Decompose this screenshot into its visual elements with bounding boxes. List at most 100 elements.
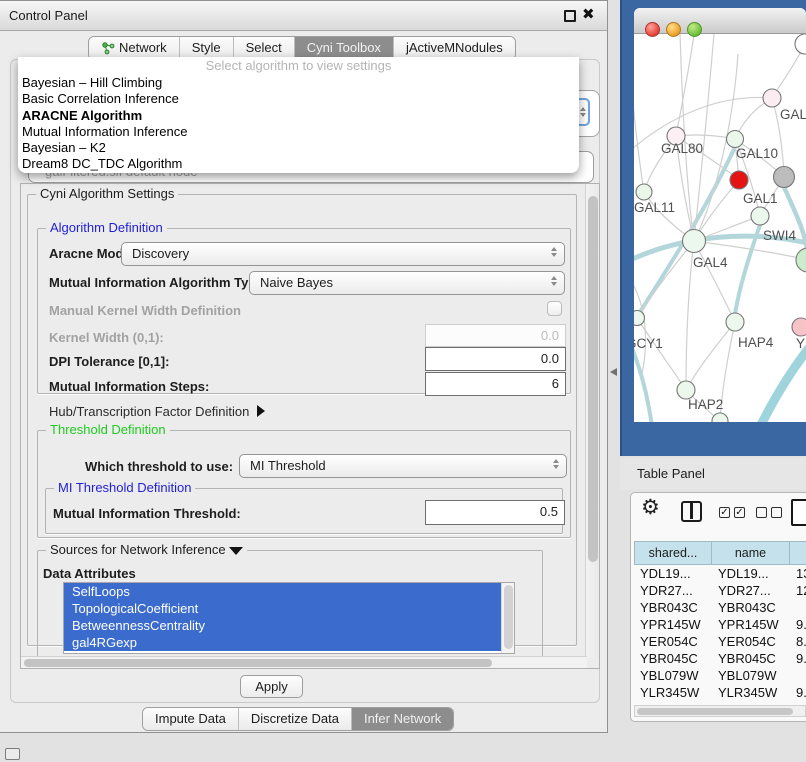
network-node[interactable]: [634, 311, 645, 326]
vertical-scrollbar[interactable]: [585, 184, 599, 658]
table-row[interactable]: YDL19...YDL19...13: [634, 565, 806, 582]
table-cell: YBL079W: [634, 667, 712, 684]
network-node[interactable]: [795, 34, 806, 54]
scrollbar-thumb[interactable]: [24, 659, 492, 667]
mi-steps-field[interactable]: 6: [425, 372, 566, 396]
network-canvas[interactable]: GALGAL80GAL10GAL11GAL1SWI4GAL4GCY1HAP4YH…: [634, 34, 806, 422]
network-node[interactable]: [727, 131, 744, 148]
close-icon[interactable]: ✖: [582, 5, 595, 23]
network-node[interactable]: [796, 248, 806, 272]
network-node[interactable]: [726, 313, 744, 331]
bottom-tab-bar: Impute Data Discretize Data Infer Networ…: [142, 707, 454, 731]
tab-style[interactable]: Style: [180, 37, 234, 59]
dock-panel-icon[interactable]: [5, 748, 20, 760]
network-edge[interactable]: [694, 241, 735, 322]
algorithm-option[interactable]: Basic Correlation Inference: [18, 91, 579, 107]
network-edge[interactable]: [676, 34, 694, 136]
tab-select[interactable]: Select: [234, 37, 295, 59]
column-view-icon[interactable]: [681, 501, 702, 522]
column-header[interactable]: name: [712, 541, 790, 565]
network-edge[interactable]: [686, 322, 735, 390]
table-cell: 8.: [790, 633, 806, 650]
algorithm-option[interactable]: Bayesian – K2: [18, 140, 579, 156]
table-cell: YDL19...: [712, 565, 790, 582]
tab-discretize-data[interactable]: Discretize Data: [239, 708, 352, 730]
table-row[interactable]: YBR045CYBR045C9.: [634, 650, 806, 667]
hub-definition-toggle[interactable]: Hub/Transcription Factor Definition: [49, 404, 265, 419]
unchecked-checkbox-icon[interactable]: [771, 507, 782, 518]
table-horizontal-scrollbar[interactable]: [634, 705, 806, 717]
network-edge[interactable]: [784, 187, 806, 256]
kernel-width-field[interactable]: 0.0: [425, 324, 566, 347]
mi-threshold-label: Mutual Information Threshold:: [53, 506, 241, 521]
list-scrollbar[interactable]: [501, 583, 514, 653]
table-row[interactable]: YER054CYER054C8.: [634, 633, 806, 650]
table-header-row[interactable]: shared...nameA: [634, 541, 806, 565]
network-edge[interactable]: [744, 344, 806, 422]
network-node[interactable]: [636, 184, 652, 200]
tab-network[interactable]: Network: [89, 37, 180, 59]
network-node[interactable]: [774, 167, 795, 188]
table-row[interactable]: YPR145WYPR145W9.: [634, 616, 806, 633]
network-node[interactable]: [792, 318, 806, 336]
network-node[interactable]: [730, 171, 748, 189]
scrollbar-thumb[interactable]: [637, 708, 793, 715]
mi-threshold-field[interactable]: 0.5: [425, 500, 565, 525]
dropdown-prompt: Select algorithm to view settings: [18, 57, 579, 75]
pane-divider-cursor-icon: [610, 368, 617, 376]
table-panel-titlebar[interactable]: Table Panel: [620, 458, 806, 490]
column-header[interactable]: shared...: [634, 541, 712, 565]
tab-label: Infer Network: [364, 708, 441, 730]
sources-toggle[interactable]: Sources for Network Inference: [46, 542, 247, 557]
table-row[interactable]: YDR27...YDR27...12: [634, 582, 806, 599]
network-window-titlebar[interactable]: [634, 8, 806, 34]
which-threshold-combobox[interactable]: MI Threshold: [239, 454, 567, 478]
network-node[interactable]: [751, 207, 769, 225]
control-panel-titlebar[interactable]: Control Panel ✖: [0, 1, 607, 31]
network-node[interactable]: [683, 230, 706, 253]
document-icon[interactable]: [791, 499, 806, 526]
algorithm-option[interactable]: Bayesian – Hill Climbing: [18, 75, 579, 91]
tab-jactivemnodules[interactable]: jActiveMNodules: [394, 37, 515, 59]
checked-checkbox-icon[interactable]: ✓: [719, 507, 730, 518]
node-label: HAP4: [738, 335, 774, 350]
checked-checkbox-icon[interactable]: ✓: [734, 507, 745, 518]
dpi-tolerance-field[interactable]: 0.0: [425, 347, 566, 371]
gear-icon[interactable]: ⚙: [641, 496, 660, 520]
attribute-item-selected[interactable]: gal4RGexp: [64, 634, 501, 651]
algorithm-option[interactable]: Mutual Information Inference: [18, 124, 579, 140]
attribute-item-selected[interactable]: TopologicalCoefficient: [64, 600, 501, 617]
scrollbar-thumb[interactable]: [504, 585, 513, 649]
mi-type-combobox[interactable]: Naive Bayes: [249, 271, 565, 295]
tab-cyni-toolbox[interactable]: Cyni Toolbox: [295, 37, 394, 59]
attribute-item-selected[interactable]: BetweennessCentrality: [64, 617, 501, 634]
apply-button[interactable]: Apply: [240, 675, 303, 698]
screen: { "control_panel": { "title": "Control P…: [0, 0, 806, 762]
zoom-traffic-light-icon[interactable]: [687, 22, 702, 37]
column-header[interactable]: A: [790, 541, 806, 565]
group-title: MI Threshold Definition: [54, 480, 195, 495]
table-body[interactable]: YDL19...YDL19...13YDR27...YDR27...12YBR0…: [634, 565, 806, 705]
aracne-mode-combobox[interactable]: Discovery: [121, 242, 565, 266]
attribute-item-selected[interactable]: SelfLoops: [64, 583, 501, 600]
table-row[interactable]: YLR345WYLR345W9.: [634, 684, 806, 701]
tab-infer-network[interactable]: Infer Network: [352, 708, 453, 730]
close-traffic-light-icon[interactable]: [645, 22, 660, 37]
hub-definition-label: Hub/Transcription Factor Definition: [49, 404, 249, 419]
horizontal-scrollbar[interactable]: [21, 656, 587, 668]
algorithm-option[interactable]: Dream8 DC_TDC Algorithm: [18, 156, 579, 172]
network-node[interactable]: [712, 413, 728, 422]
scrollbar-thumb[interactable]: [588, 196, 598, 562]
tab-impute-data[interactable]: Impute Data: [143, 708, 239, 730]
algorithm-option[interactable]: ARACNE Algorithm: [18, 108, 579, 124]
float-window-icon[interactable]: [564, 10, 576, 22]
table-row[interactable]: YBL079WYBL079W: [634, 667, 806, 684]
node-label: GAL: [780, 107, 806, 122]
table-row[interactable]: YBR043CYBR043C: [634, 599, 806, 616]
data-attributes-list[interactable]: SelfLoopsTopologicalCoefficientBetweenne…: [63, 582, 515, 654]
network-edge[interactable]: [634, 74, 644, 192]
manual-kernel-checkbox[interactable]: [547, 301, 562, 316]
unchecked-checkbox-icon[interactable]: [756, 507, 767, 518]
minimize-traffic-light-icon[interactable]: [666, 22, 681, 37]
network-node[interactable]: [763, 89, 781, 107]
